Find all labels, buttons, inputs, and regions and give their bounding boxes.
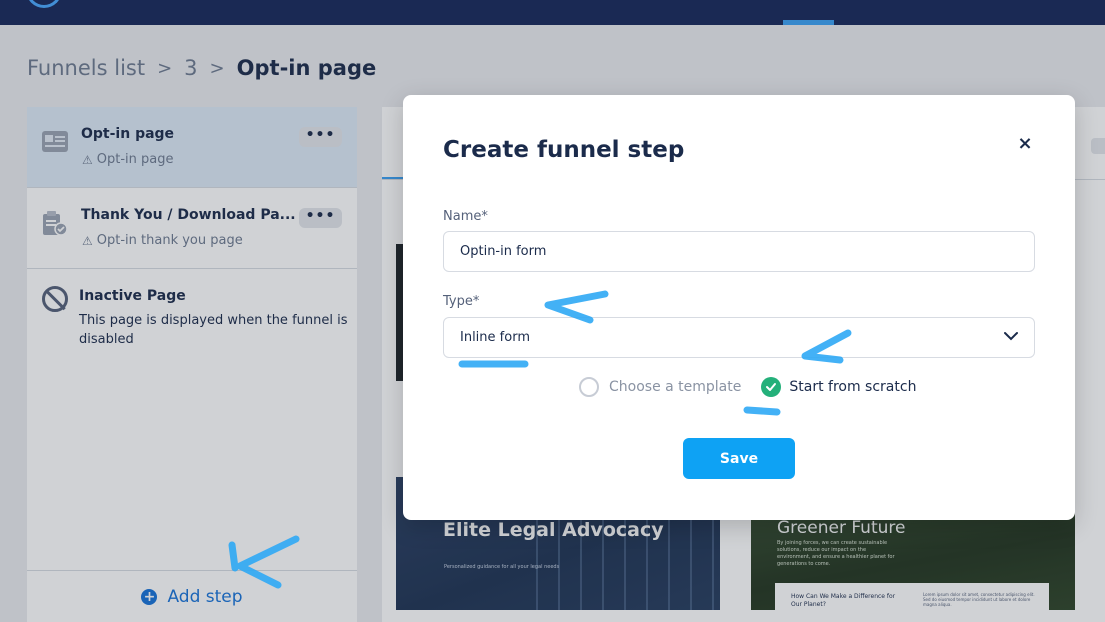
chevron-down-icon <box>1004 332 1018 341</box>
choose-template-label[interactable]: Choose a template <box>609 379 741 395</box>
type-label-text: Type <box>443 294 473 309</box>
type-label: Type* <box>443 294 479 309</box>
check-icon <box>766 383 777 391</box>
required-mark: * <box>472 294 480 309</box>
start-from-scratch-radio[interactable] <box>761 377 782 397</box>
type-select-value: Inline form <box>460 330 530 345</box>
type-select[interactable]: Inline form <box>443 317 1035 358</box>
dialog-title: Create funnel step <box>443 137 685 163</box>
start-option-group: Choose a template Start from scratch <box>579 377 916 397</box>
name-label-text: Name <box>443 209 482 224</box>
start-from-scratch-label[interactable]: Start from scratch <box>789 379 916 395</box>
name-label: Name* <box>443 209 488 224</box>
close-icon[interactable]: × <box>1016 133 1034 155</box>
name-input[interactable]: Optin-in form <box>443 231 1035 272</box>
required-mark: * <box>481 209 488 224</box>
create-funnel-step-dialog: Create funnel step × Name* Optin-in form… <box>403 95 1075 520</box>
choose-template-radio[interactable] <box>579 377 599 397</box>
save-button[interactable]: Save <box>683 438 795 479</box>
